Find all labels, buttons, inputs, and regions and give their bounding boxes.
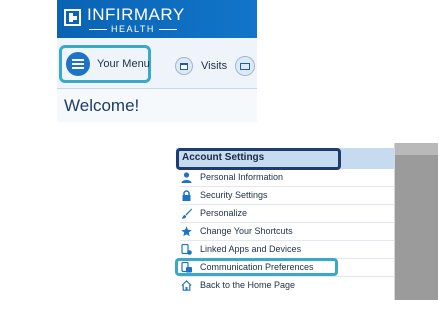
paintbrush-icon [181, 208, 192, 219]
brand-dash-right [158, 28, 177, 30]
menu-item-security-settings[interactable]: Security Settings [176, 187, 394, 205]
person-icon [181, 172, 192, 183]
your-menu-button[interactable]: Your Menu [59, 45, 151, 83]
star-icon [181, 226, 192, 237]
menu-item-label: Linked Apps and Devices [200, 244, 302, 254]
menu-item-back-home[interactable]: Back to the Home Page [176, 277, 394, 295]
welcome-heading: Welcome! [64, 96, 140, 115]
menu-item-linked-apps[interactable]: Linked Apps and Devices [176, 241, 394, 259]
menu-divider [394, 143, 395, 300]
brand-bar: INFIRMARY HEALTH [57, 0, 257, 38]
menu-item-label: Personal Information [200, 172, 284, 182]
menu-item-label: Security Settings [200, 190, 268, 200]
app-header-crop: INFIRMARY HEALTH Your Menu Visits Welcom… [57, 0, 257, 122]
brand-subtitle: HEALTH [89, 24, 177, 34]
communication-preferences-highlight [175, 258, 338, 276]
your-menu-label: Your Menu [97, 58, 150, 70]
menu-item-label: Change Your Shortcuts [200, 226, 293, 236]
brand-sub-text: HEALTH [111, 24, 155, 34]
account-settings-title: Account Settings [182, 152, 265, 163]
visits-link[interactable]: Visits [201, 60, 227, 72]
menu-item-personalize[interactable]: Personalize [176, 205, 394, 223]
brand-dash-left [89, 28, 107, 30]
lock-icon [182, 190, 191, 201]
visits-icon[interactable] [175, 57, 193, 75]
overlay-backdrop-top [394, 143, 438, 155]
brand-name: INFIRMARY [87, 5, 185, 24]
home-icon [181, 280, 192, 291]
hamburger-menu-icon [66, 52, 90, 76]
overlay-backdrop [394, 143, 438, 300]
menu-item-label: Personalize [200, 208, 248, 218]
infirmary-logo-icon [64, 9, 81, 26]
menu-item-label: Back to the Home Page [200, 280, 296, 290]
account-settings-crop: Account Settings Personal Information Se… [172, 143, 438, 300]
menu-item-personal-information[interactable]: Personal Information [176, 169, 394, 187]
menu-item-change-shortcuts[interactable]: Change Your Shortcuts [176, 223, 394, 241]
screenshot-root: INFIRMARY HEALTH Your Menu Visits Welcom… [0, 0, 439, 309]
device-icon [181, 244, 192, 255]
messages-icon[interactable] [235, 56, 255, 76]
